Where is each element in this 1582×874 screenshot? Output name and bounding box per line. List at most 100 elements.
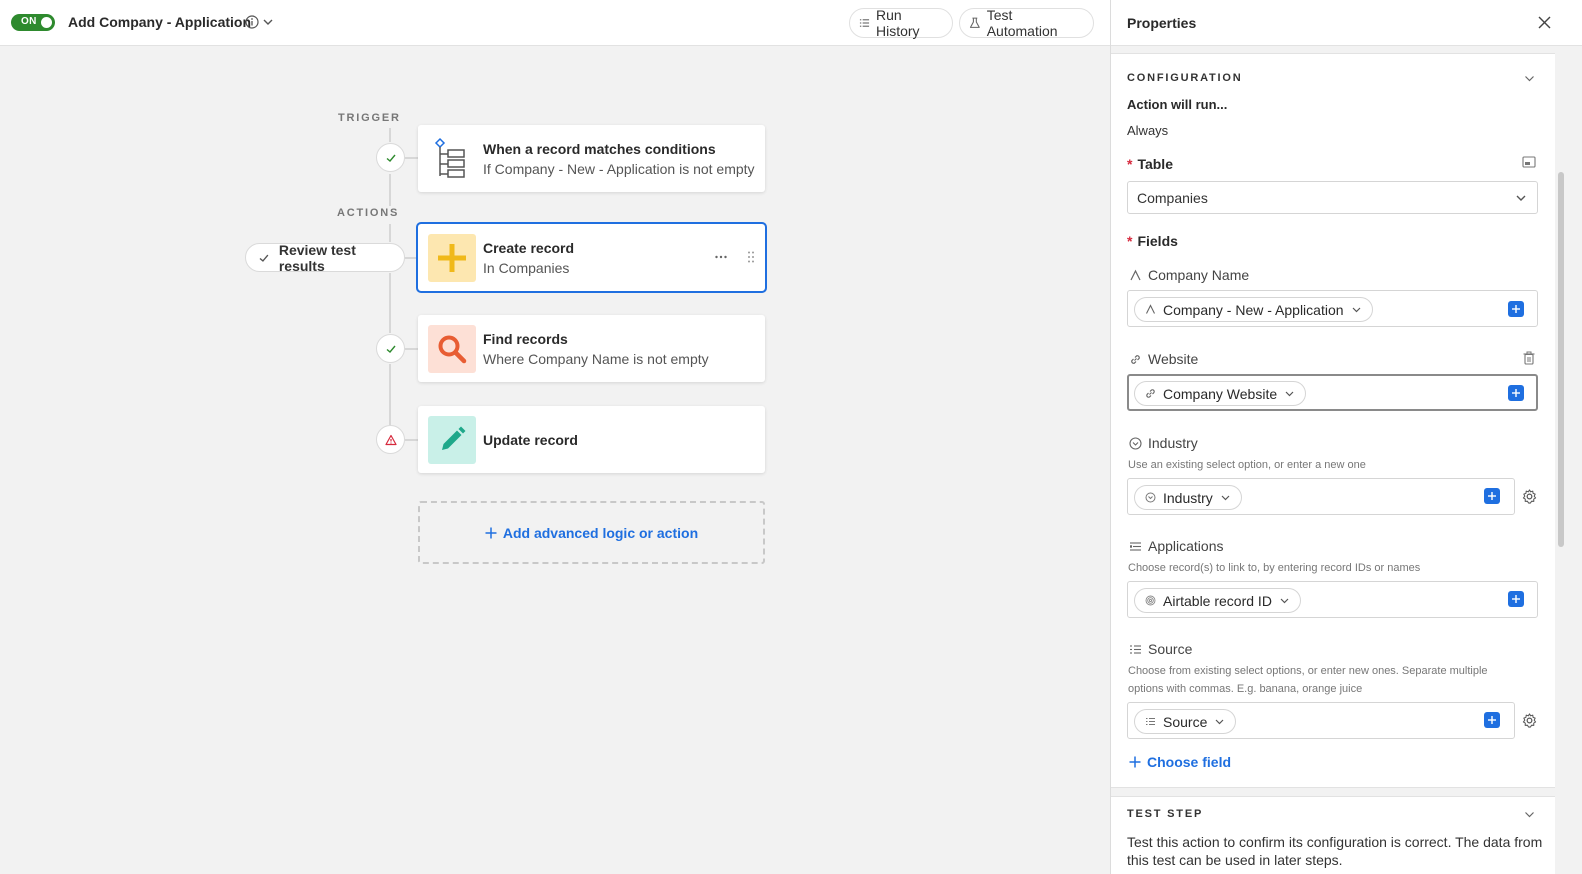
run-history-button[interactable]: Run History xyxy=(849,7,953,39)
info-icon[interactable] xyxy=(245,15,259,29)
plus-icon xyxy=(485,527,497,538)
chevron-down-icon xyxy=(1221,495,1230,501)
plus-icon xyxy=(1488,492,1496,500)
insert-value-button[interactable] xyxy=(1508,591,1524,607)
chevron-down-icon[interactable] xyxy=(1524,73,1535,84)
trash-icon[interactable] xyxy=(1523,351,1535,365)
choose-field-button[interactable]: Choose field xyxy=(1129,754,1231,770)
test-automation-button[interactable]: Test Automation xyxy=(959,7,1094,39)
industry-input[interactable]: Industry xyxy=(1127,478,1515,515)
connector-line xyxy=(389,364,391,425)
fingerprint-icon xyxy=(1145,595,1156,606)
gear-icon[interactable] xyxy=(1522,489,1537,504)
more-options-icon[interactable] xyxy=(714,248,728,264)
company-name-token[interactable]: Company - New - Application xyxy=(1134,297,1373,322)
source-input[interactable]: Source xyxy=(1127,702,1515,739)
applications-input[interactable]: Airtable record ID xyxy=(1127,581,1538,618)
table-select-value: Companies xyxy=(1137,189,1208,206)
chevron-down-icon[interactable] xyxy=(262,16,274,28)
create-record-card[interactable]: Create record In Companies xyxy=(416,222,767,293)
test-automation-label: Test Automation xyxy=(986,7,1058,39)
table-select[interactable]: Companies xyxy=(1127,181,1538,214)
test-step-description: this test can be used in later steps. xyxy=(1127,852,1343,868)
chevron-down-icon xyxy=(1352,307,1360,313)
automation-title[interactable]: Add Company - Application xyxy=(68,14,251,30)
pencil-icon xyxy=(428,416,476,464)
find-records-card[interactable]: Find records Where Company Name is not e… xyxy=(418,315,765,382)
industry-token[interactable]: Industry xyxy=(1134,485,1242,510)
trigger-card[interactable]: When a record matches conditions If Comp… xyxy=(418,125,765,192)
close-icon[interactable] xyxy=(1538,16,1551,29)
industry-hint: Use an existing select option, or enter … xyxy=(1128,459,1366,471)
test-step-description: Test this action to confirm its configur… xyxy=(1127,834,1543,850)
update-record-status xyxy=(376,425,405,454)
chevron-down-icon xyxy=(1280,598,1289,604)
company-name-input[interactable]: Company - New - Application xyxy=(1127,290,1538,327)
linked-record-icon xyxy=(1130,541,1141,551)
toggle-knob xyxy=(41,17,52,28)
test-step-heading: TEST STEP xyxy=(1127,808,1204,820)
find-records-status xyxy=(376,334,405,363)
trigger-lane-label: TRIGGER xyxy=(338,112,401,124)
conditions-icon xyxy=(430,136,470,180)
plus-icon xyxy=(1512,595,1520,603)
test-step-section: TEST STEP Test this action to confirm it… xyxy=(1111,796,1555,874)
add-advanced-logic-button[interactable]: Add advanced logic or action xyxy=(418,501,765,564)
text-field-icon xyxy=(1130,269,1141,280)
source-hint: options with commas. E.g. banana, orange… xyxy=(1128,683,1363,695)
company-name-label: Company Name xyxy=(1129,267,1249,283)
update-record-card[interactable]: Update record xyxy=(418,406,765,473)
gear-icon[interactable] xyxy=(1522,713,1537,728)
connector-line xyxy=(405,157,418,159)
drag-handle-icon[interactable] xyxy=(746,250,756,264)
connector-line xyxy=(405,439,418,441)
applications-label: Applications xyxy=(1129,538,1224,554)
website-input[interactable]: Company Website xyxy=(1127,374,1538,411)
automation-on-toggle[interactable]: ON xyxy=(11,14,55,31)
insert-value-button[interactable] xyxy=(1508,385,1524,401)
connector-line xyxy=(389,273,391,333)
website-label: Website xyxy=(1129,351,1198,367)
toggle-label: ON xyxy=(21,16,37,27)
insert-value-button[interactable] xyxy=(1484,488,1500,504)
link-icon xyxy=(1146,389,1155,398)
text-field-icon xyxy=(1146,304,1155,314)
industry-label: Industry xyxy=(1129,435,1198,451)
create-record-subtitle: In Companies xyxy=(483,260,570,276)
warning-icon xyxy=(384,434,397,445)
check-icon xyxy=(386,345,396,353)
review-test-results-button[interactable]: Review test results xyxy=(245,242,405,274)
applications-token[interactable]: Airtable record ID xyxy=(1134,588,1301,613)
fields-label: * Fields xyxy=(1127,233,1178,249)
insert-value-button[interactable] xyxy=(1484,712,1500,728)
plus-icon xyxy=(1129,756,1141,768)
trigger-subtitle: If Company - New - Application is not em… xyxy=(483,161,755,177)
action-will-run-label: Action will run... xyxy=(1127,97,1228,112)
connector-line xyxy=(389,174,391,206)
chevron-down-icon[interactable] xyxy=(1524,809,1535,820)
multi-select-icon xyxy=(1146,718,1155,725)
properties-panel: Properties CONFIGURATION Action will run… xyxy=(1110,0,1582,874)
website-token[interactable]: Company Website xyxy=(1134,381,1307,406)
update-record-title: Update record xyxy=(483,432,578,448)
configuration-heading: CONFIGURATION xyxy=(1127,72,1243,84)
connector-line xyxy=(389,224,391,242)
panel-scrollbar[interactable] xyxy=(1558,172,1564,547)
plus-icon xyxy=(428,234,476,282)
check-icon xyxy=(259,254,269,262)
insert-value-button[interactable] xyxy=(1508,301,1524,317)
plus-icon xyxy=(1512,305,1520,313)
link-icon xyxy=(1131,354,1140,364)
source-token[interactable]: Source xyxy=(1134,709,1237,734)
source-hint: Choose from existing select options, or … xyxy=(1128,665,1488,677)
source-label: Source xyxy=(1129,641,1192,657)
chevron-down-icon xyxy=(1516,195,1526,201)
table-label: * Table xyxy=(1127,156,1173,172)
expand-table-icon[interactable] xyxy=(1522,156,1536,168)
action-run-condition[interactable]: Always xyxy=(1127,123,1168,138)
run-history-label: Run History xyxy=(876,7,920,39)
automation-header: ON Add Company - Application Run History… xyxy=(0,0,1110,46)
check-icon xyxy=(386,154,396,162)
chevron-down-icon xyxy=(1215,719,1224,725)
plus-icon xyxy=(1488,716,1496,724)
